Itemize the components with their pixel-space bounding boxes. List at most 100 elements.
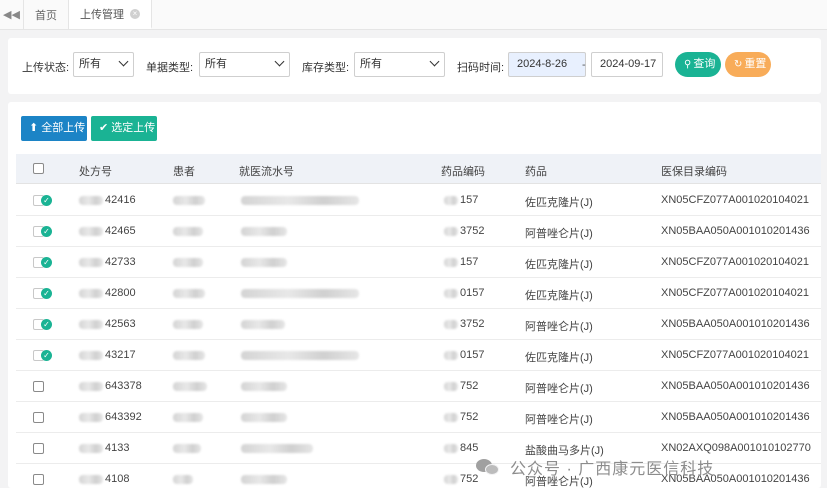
redacted-drug-code-prefix <box>444 351 458 360</box>
table-row[interactable]: ✓ 42800 0157 佐匹克隆片(J) XN05CFZ077A00102010402… <box>16 278 821 309</box>
row-checkbox[interactable] <box>33 381 44 392</box>
redacted-visit-no <box>241 289 359 298</box>
redacted-visit-no <box>241 351 359 360</box>
cell-drug: 阿普唑仑片(J) <box>525 228 593 240</box>
reset-button[interactable]: ↻ 重置 <box>725 52 771 77</box>
redacted-drug-code-prefix <box>444 258 458 267</box>
scan-time-label: 扫码时间: <box>457 62 505 74</box>
redacted-patient <box>173 196 205 205</box>
cell-drug-code: 157 <box>460 256 479 268</box>
uploaded-check-icon: ✓ <box>41 226 52 237</box>
table-header: 处方号 患者 就医流水号 药品编码 药品 医保目录编码 <box>16 154 821 184</box>
cell-drug: 佐匹克隆片(J) <box>525 197 593 209</box>
cell-drug-code: 752 <box>460 411 479 423</box>
wechat-logo-icon <box>476 457 500 477</box>
cell-drug-code: 752 <box>460 380 479 392</box>
date-to-value: 2024-09-17 <box>600 58 657 70</box>
redacted-drug-code-prefix <box>444 413 458 422</box>
uploaded-check-icon: ✓ <box>41 195 52 206</box>
redacted-drug-code-prefix <box>444 475 458 484</box>
cell-catalog-code: XN05CFZ077A001020104021 <box>661 194 810 206</box>
redacted-rx-prefix <box>79 351 103 360</box>
header-rx-no: 处方号 <box>79 166 112 178</box>
select-all-checkbox[interactable] <box>33 163 44 174</box>
table-row[interactable]: ✓ 42733 157 佐匹克隆片(J) XN05CFZ077A001020104021 <box>16 247 821 278</box>
redacted-visit-no <box>241 444 313 453</box>
cell-drug: 阿普唑仑片(J) <box>525 321 593 333</box>
redacted-drug-code-prefix <box>444 444 458 453</box>
doc-type-select[interactable]: 所有 <box>199 52 290 77</box>
cell-rx-no: 42733 <box>105 256 136 268</box>
table-row[interactable]: ✓ 42416 157 佐匹克隆片(J) XN05CFZ077A001020104021 <box>16 185 821 216</box>
cell-rx-no: 4133 <box>105 442 130 454</box>
date-from-value: 2024-8-26 <box>517 58 568 70</box>
table-row[interactable]: 643378 752 阿普唑仑片(J) XN05BAA050A001010201436 <box>16 371 821 402</box>
redacted-drug-code-prefix <box>444 196 458 205</box>
header-visit-no: 就医流水号 <box>239 166 294 178</box>
redacted-patient <box>173 475 193 484</box>
cell-catalog-code: XN05BAA050A001010201436 <box>661 318 810 330</box>
table-row[interactable]: ✓ 43217 0157 佐匹克隆片(J) XN05CFZ077A00102010402… <box>16 340 821 371</box>
doc-type-value: 所有 <box>205 58 227 70</box>
cell-drug-code: 157 <box>460 194 479 206</box>
redacted-drug-code-prefix <box>444 320 458 329</box>
header-drug: 药品 <box>525 166 547 178</box>
stock-type-value: 所有 <box>360 58 382 70</box>
upload-status-select[interactable]: 所有 <box>73 52 134 77</box>
redacted-rx-prefix <box>79 382 103 391</box>
row-checkbox[interactable] <box>33 412 44 423</box>
row-checkbox[interactable] <box>33 443 44 454</box>
cell-drug: 佐匹克隆片(J) <box>525 290 593 302</box>
cell-rx-no: 42416 <box>105 194 136 206</box>
main-panel: ⬆ 全部上传 ✔ 选定上传 处方号 患者 就医流水号 药品编码 药品 医保目录编… <box>8 102 821 488</box>
date-to-input[interactable]: 2024-09-17 <box>591 52 663 77</box>
redacted-patient <box>173 382 207 391</box>
query-button[interactable]: ⚲ 查询 <box>675 52 721 77</box>
upload-selected-label: 选定上传 <box>111 122 156 134</box>
header-catalog-code: 医保目录编码 <box>661 166 727 178</box>
redacted-visit-no <box>241 227 287 236</box>
reset-button-label: 重置 <box>744 58 767 70</box>
redacted-rx-prefix <box>79 289 103 298</box>
cell-catalog-code: XN05CFZ077A001020104021 <box>661 349 810 361</box>
redacted-rx-prefix <box>79 475 103 484</box>
cell-rx-no: 42800 <box>105 287 136 299</box>
check-icon: ✔ <box>99 122 109 134</box>
redacted-visit-no <box>241 382 287 391</box>
chevron-down-icon <box>429 56 440 67</box>
upload-selected-button[interactable]: ✔ 选定上传 <box>91 116 157 141</box>
tab-home-label: 首页 <box>35 9 57 22</box>
tab-close-icon[interactable]: × <box>130 8 140 19</box>
table-row[interactable]: ✓ 42465 3752 阿普唑仑片(J) XN05BAA050A00101020143… <box>16 216 821 247</box>
header-patient: 患者 <box>173 166 195 178</box>
cell-drug-code: 0157 <box>460 287 485 299</box>
upload-status-label: 上传状态: <box>22 62 70 74</box>
cell-catalog-code: XN05BAA050A001010201436 <box>661 225 810 237</box>
upload-all-button[interactable]: ⬆ 全部上传 <box>21 116 87 141</box>
date-from-input[interactable]: 2024-8-26 <box>508 52 586 77</box>
redacted-rx-prefix <box>79 258 103 267</box>
table-row[interactable]: 643392 752 阿普唑仑片(J) XN05BAA050A001010201436 <box>16 402 821 433</box>
filter-panel: 上传状态: 所有 单据类型: 所有 库存类型: 所有 扫码时间: 2024-8-… <box>8 38 821 94</box>
uploaded-check-icon: ✓ <box>41 319 52 330</box>
redacted-patient <box>173 413 203 422</box>
cell-catalog-code: XN05CFZ077A001020104021 <box>661 256 810 268</box>
row-checkbox[interactable] <box>33 474 44 485</box>
redacted-patient <box>173 320 203 329</box>
upload-all-label: 全部上传 <box>41 122 86 134</box>
upload-icon: ⬆ <box>29 122 39 134</box>
table-row[interactable]: ✓ 42563 3752 阿普唑仑片(J) XN05BAA050A00101020143… <box>16 309 821 340</box>
tab-scroll-left-icon[interactable]: ◀◀ <box>0 0 24 29</box>
cell-rx-no: 643392 <box>105 411 142 423</box>
redacted-patient <box>173 258 203 267</box>
doc-type-label: 单据类型: <box>146 62 194 74</box>
tab-home[interactable]: 首页 <box>24 0 69 29</box>
tab-upload-management[interactable]: 上传管理 × <box>69 0 152 29</box>
tab-bar: ◀◀ 首页 上传管理 × <box>0 0 827 30</box>
uploaded-check-icon: ✓ <box>41 350 52 361</box>
redacted-rx-prefix <box>79 444 103 453</box>
redacted-patient <box>173 444 201 453</box>
redacted-visit-no <box>241 258 287 267</box>
stock-type-select[interactable]: 所有 <box>354 52 445 77</box>
search-icon: ⚲ <box>684 59 692 70</box>
